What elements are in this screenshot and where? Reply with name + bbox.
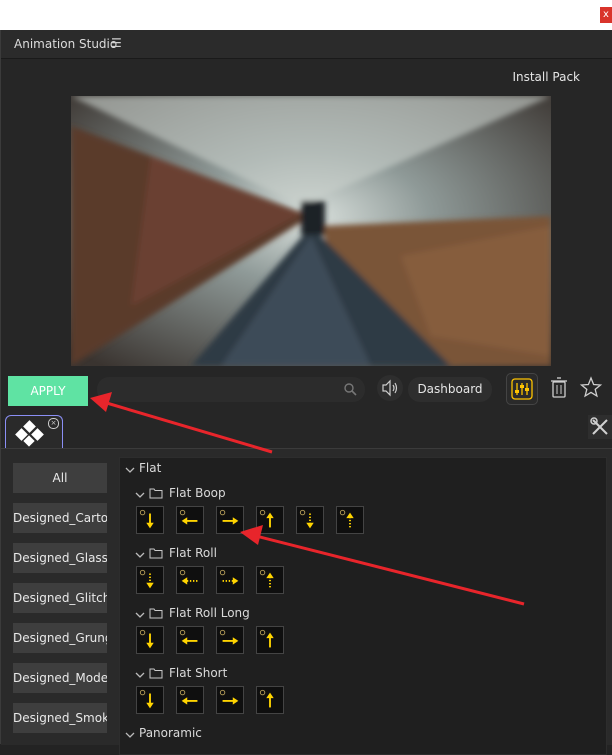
effect-thumbnail[interactable] (216, 686, 244, 714)
expand-group-chevron[interactable] (135, 610, 145, 620)
expand-group-chevron[interactable] (135, 550, 145, 560)
effect-thumbnail[interactable] (296, 506, 324, 534)
tree-root-flat[interactable]: Flat (139, 461, 161, 475)
window-close-button[interactable]: x (600, 7, 612, 23)
effect-thumbnail[interactable] (216, 566, 244, 594)
expand-root-chevron[interactable] (125, 730, 135, 740)
effect-thumbnail[interactable] (136, 506, 164, 534)
speaker-button[interactable] (377, 375, 403, 401)
tree-root-panoramic[interactable]: Panoramic (139, 726, 202, 740)
effect-thumbnail[interactable] (336, 506, 364, 534)
expand-group-chevron[interactable] (135, 490, 145, 500)
preview-image (71, 96, 551, 366)
arrow-left-icon (179, 509, 198, 525)
tools-icon[interactable] (588, 415, 612, 439)
tree-group-label[interactable]: Flat Boop (169, 486, 226, 500)
arrow-left-icon (179, 689, 198, 705)
arrow-right-icon (219, 689, 239, 705)
category-item[interactable]: Designed_Grunge (13, 623, 107, 653)
install-pack-link[interactable]: Install Pack (512, 70, 580, 84)
dashboard-button[interactable]: Dashboard (408, 377, 492, 402)
arrow-right-icon (219, 629, 239, 645)
folder-icon (149, 608, 163, 619)
arrow-up-icon (259, 629, 274, 648)
folder-icon (149, 488, 163, 499)
search-icon[interactable] (343, 382, 357, 396)
arrow-up-dotted-icon (339, 509, 354, 528)
effect-thumbnail[interactable] (216, 506, 244, 534)
mixer-icon (511, 378, 533, 400)
effect-thumbnail[interactable] (256, 626, 284, 654)
arrow-up-icon (259, 689, 274, 708)
arrow-down-icon (139, 689, 154, 709)
effect-thumbnail[interactable] (136, 566, 164, 594)
effect-thumbnail[interactable] (176, 626, 204, 654)
arrow-right-icon (219, 509, 239, 525)
arrow-up-icon (259, 509, 274, 528)
tab-close-icon[interactable]: × (48, 418, 59, 429)
effect-thumbnail[interactable] (256, 686, 284, 714)
arrow-down-dotted-icon (139, 569, 154, 589)
apply-button[interactable]: APPLY (8, 376, 88, 406)
effect-thumbnail[interactable] (256, 566, 284, 594)
category-item[interactable]: Designed_Cartoon (13, 503, 107, 533)
effects-browser: All Designed_Cartoon Designed_Glass Designe… (1, 448, 612, 755)
search-input[interactable] (97, 377, 365, 402)
expand-root-chevron[interactable] (125, 465, 135, 475)
effect-thumbnail[interactable] (256, 506, 284, 534)
arrow-down-dotted-icon (299, 509, 314, 529)
trash-icon[interactable] (547, 375, 571, 401)
effect-thumbnail[interactable] (176, 506, 204, 534)
mixer-button[interactable] (506, 373, 538, 405)
expand-group-chevron[interactable] (135, 670, 145, 680)
animation-studio-panel: Animation Studio ☰ Install Pack APPLY Da… (0, 30, 612, 755)
effect-thumbnail[interactable] (176, 686, 204, 714)
arrow-up-dotted-icon (259, 569, 274, 588)
speaker-icon (382, 379, 398, 397)
arrow-left-dotted-icon (179, 569, 198, 585)
arrow-right-dotted-icon (219, 569, 239, 585)
category-item[interactable]: Designed_Glass (13, 543, 107, 573)
effect-thumbnail[interactable] (136, 626, 164, 654)
tree-group-label[interactable]: Flat Roll (169, 546, 217, 560)
category-item[interactable]: Designed_Modern (13, 663, 107, 693)
effect-thumbnail[interactable] (176, 566, 204, 594)
panel-titlebar: Animation Studio ☰ (1, 30, 612, 59)
effect-thumbnail[interactable] (136, 686, 164, 714)
category-item[interactable]: Designed_Smoke (13, 703, 107, 733)
folder-icon (149, 548, 163, 559)
category-item[interactable]: All (13, 463, 107, 493)
effects-tree: Flat Flat Boop Flat Roll Flat Roll Long Flat… (119, 457, 607, 755)
star-icon[interactable] (579, 375, 603, 401)
category-item[interactable]: Designed_Glitch (13, 583, 107, 613)
top-strip: x (0, 0, 612, 31)
tree-group-label[interactable]: Flat Short (169, 666, 227, 680)
folder-icon (149, 668, 163, 679)
effects-logo-icon (15, 420, 44, 447)
tree-group-label[interactable]: Flat Roll Long (169, 606, 250, 620)
panel-title: Animation Studio (14, 37, 118, 51)
arrow-down-icon (139, 509, 154, 529)
arrow-down-icon (139, 629, 154, 649)
arrow-left-icon (179, 629, 198, 645)
effect-thumbnail[interactable] (216, 626, 244, 654)
effects-tab[interactable]: × (5, 415, 63, 452)
panel-menu-icon[interactable]: ☰ (111, 36, 122, 50)
